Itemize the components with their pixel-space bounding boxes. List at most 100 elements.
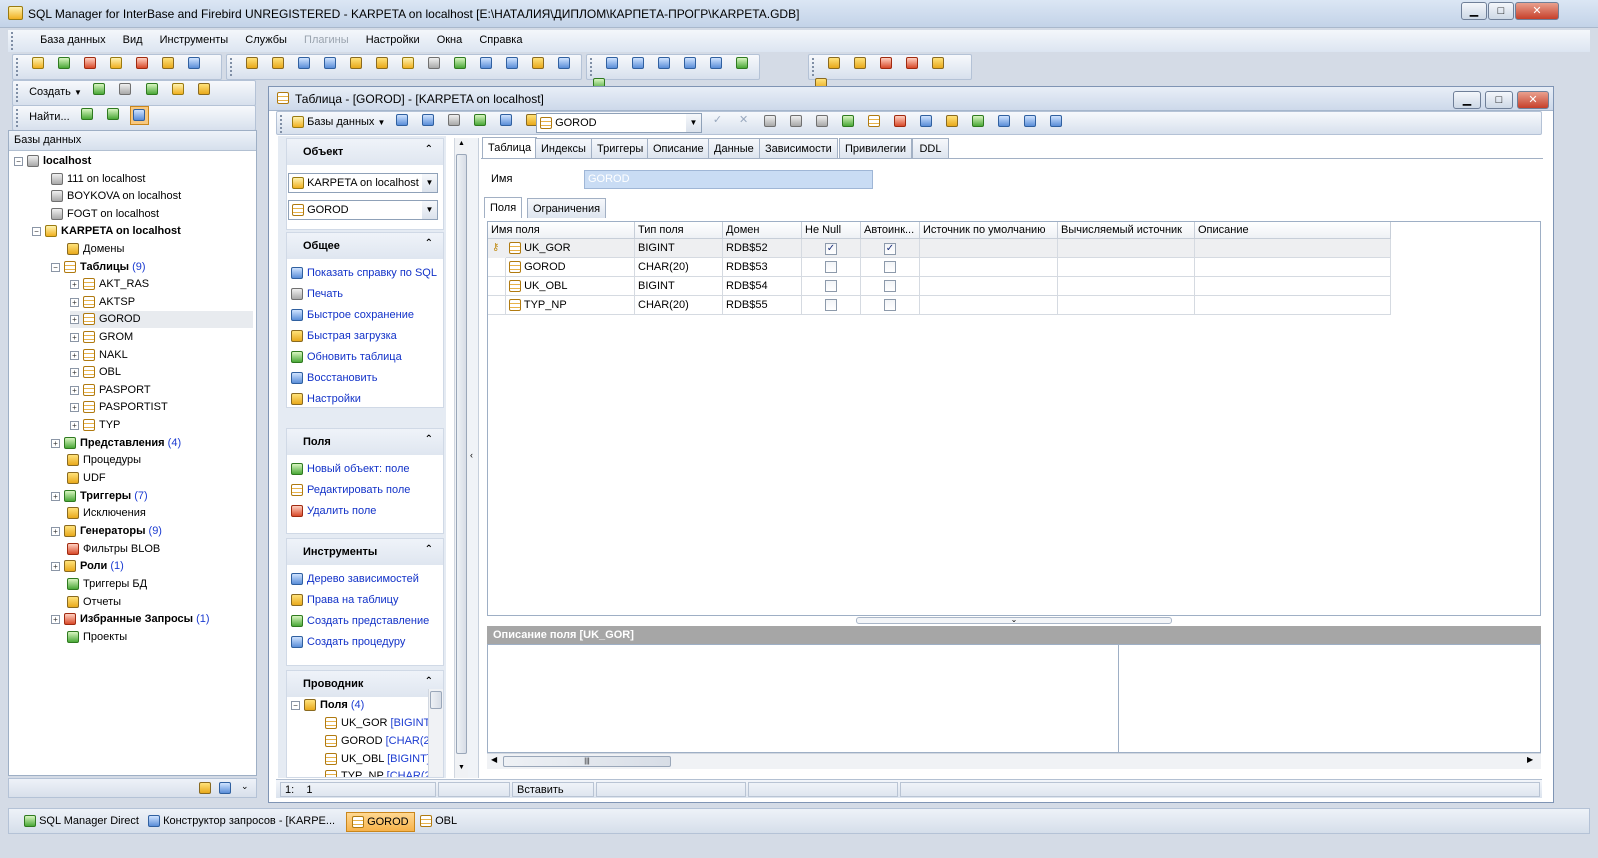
- tree-triggers[interactable]: + Триггеры (7): [51, 488, 148, 505]
- nav-tools-header[interactable]: Инструменты ⌃: [287, 539, 443, 565]
- nav-scrollbar[interactable]: ▲ ▼: [454, 138, 468, 778]
- tree-table-nakl[interactable]: + NAKL: [70, 347, 128, 364]
- col-domain[interactable]: Домен: [723, 222, 802, 239]
- tree-udf[interactable]: UDF: [67, 470, 106, 487]
- register-db-button[interactable]: [28, 55, 47, 74]
- tree-roles[interactable]: + Роли (1): [51, 558, 124, 575]
- tree-generators[interactable]: + Генераторы (9): [51, 523, 162, 540]
- print-button[interactable]: [425, 55, 444, 74]
- tree-reports[interactable]: Отчеты: [67, 594, 121, 611]
- col-default-source[interactable]: Источник по умолчанию: [920, 222, 1058, 239]
- maximize-button[interactable]: □: [1488, 2, 1514, 20]
- nav-delete-field[interactable]: Удалить поле: [287, 501, 443, 522]
- explorer-field[interactable]: TYP_NP [CHAR(2: [325, 768, 431, 777]
- cascade-button[interactable]: [602, 55, 621, 74]
- nav-dependency-tree[interactable]: Дерево зависимостей: [287, 569, 443, 590]
- tab-ddl[interactable]: DDL: [912, 138, 949, 158]
- col-autoinc[interactable]: Автоинк...: [861, 222, 920, 239]
- move-down-button[interactable]: [786, 113, 805, 132]
- extract-button[interactable]: [477, 55, 496, 74]
- tile-h-button[interactable]: [628, 55, 647, 74]
- users-button[interactable]: [529, 55, 548, 74]
- tree-exceptions[interactable]: Исключения: [67, 505, 146, 522]
- task-sql-manager-direct[interactable]: SQL Manager Direct: [19, 812, 144, 832]
- menu-windows[interactable]: Окна: [430, 30, 470, 46]
- explorer-scrollbar[interactable]: [428, 689, 443, 777]
- plugin-button[interactable]: [158, 55, 177, 74]
- security-button[interactable]: [928, 55, 947, 74]
- close-all-button[interactable]: [706, 55, 725, 74]
- col-field-type[interactable]: Тип поля: [635, 222, 723, 239]
- name-field[interactable]: GOROD: [584, 170, 873, 189]
- create-button[interactable]: Создать ▼: [26, 81, 85, 103]
- commit-button[interactable]: ✓: [708, 113, 727, 132]
- nav-print[interactable]: Печать: [287, 284, 443, 305]
- menu-tools[interactable]: Инструменты: [153, 30, 236, 46]
- tree-table-pasportist[interactable]: + PASPORTIST: [70, 399, 168, 416]
- col-computed-source[interactable]: Вычисляемый источник: [1058, 222, 1195, 239]
- nav-create-view[interactable]: Создать представление: [287, 611, 443, 632]
- menu-services[interactable]: Службы: [238, 30, 294, 46]
- sql-monitor-button[interactable]: [320, 55, 339, 74]
- disconnect-db-button[interactable]: [80, 55, 99, 74]
- doc-close-button[interactable]: ✕: [1517, 91, 1549, 109]
- tree-procedures[interactable]: Процедуры: [67, 452, 141, 469]
- tab-indexes[interactable]: Индексы: [535, 138, 592, 158]
- backup-button[interactable]: [824, 55, 843, 74]
- nav-edit-field[interactable]: Редактировать поле: [287, 480, 443, 501]
- unregister-db-button[interactable]: [132, 55, 151, 74]
- delete-field-button[interactable]: [890, 113, 909, 132]
- services-button[interactable]: [555, 55, 574, 74]
- table-select-combo[interactable]: GOROD ▼: [536, 113, 702, 133]
- tree-table-obl[interactable]: + OBL: [70, 364, 121, 381]
- restore-button[interactable]: [850, 55, 869, 74]
- find-button[interactable]: Найти...: [26, 106, 73, 128]
- refresh-tree-button[interactable]: [90, 81, 109, 100]
- rights-button[interactable]: [943, 113, 962, 132]
- menu-view[interactable]: Вид: [116, 30, 150, 46]
- subtab-constraints[interactable]: Ограничения: [527, 198, 607, 218]
- tree-db-111[interactable]: 111 on localhost: [51, 171, 145, 188]
- tree-views[interactable]: + Представления (4): [51, 435, 181, 452]
- tree-localhost[interactable]: − localhost: [14, 153, 91, 170]
- tree-db-karpeta[interactable]: − KARPETA on localhost: [32, 223, 181, 240]
- tree-favorites[interactable]: + Избранные Запросы (1): [51, 611, 210, 628]
- edit-field-button[interactable]: [864, 113, 883, 132]
- grant-button[interactable]: [451, 55, 470, 74]
- nav-object-header[interactable]: Объект ⌃: [287, 139, 443, 165]
- nav-quick-load[interactable]: Быстрая загрузка: [287, 326, 443, 347]
- close-button[interactable]: ✕: [1515, 2, 1559, 20]
- explorer-field[interactable]: UK_OBL [BIGINT]: [325, 751, 430, 768]
- menu-database[interactable]: База данных: [33, 30, 113, 46]
- tree-db-triggers[interactable]: Триггеры БД: [67, 576, 147, 593]
- cell-not-null[interactable]: ✓: [802, 239, 861, 258]
- connect-db-button[interactable]: [54, 55, 73, 74]
- disconnect-tree-button[interactable]: [142, 81, 161, 100]
- menu-settings[interactable]: Настройки: [359, 30, 427, 46]
- nav-table-rights[interactable]: Права на таблицу: [287, 590, 443, 611]
- tree-table-akt-ras[interactable]: + AKT_RAS: [70, 276, 149, 293]
- tile-v-button[interactable]: [654, 55, 673, 74]
- scroll-up-icon[interactable]: ▲: [458, 140, 465, 147]
- footer-window-icon[interactable]: [219, 782, 231, 794]
- validate-button[interactable]: [876, 55, 895, 74]
- toolbar-print-button[interactable]: [445, 112, 464, 131]
- grid-splitter[interactable]: ⌄: [856, 616, 1172, 624]
- splitter[interactable]: ‹: [468, 138, 479, 778]
- scroll-down-icon[interactable]: ▼: [458, 764, 465, 771]
- tree-blob-filters[interactable]: Фильтры BLOB: [67, 541, 160, 558]
- tree-table-gorod[interactable]: + GOROD: [70, 311, 253, 328]
- task-obl[interactable]: OBL: [415, 812, 462, 832]
- menu-help[interactable]: Справка: [472, 30, 529, 46]
- tree-db-fogt[interactable]: FOGT on localhost: [51, 206, 159, 223]
- task-gorod[interactable]: GOROD: [346, 812, 415, 832]
- cell-autoinc[interactable]: [861, 296, 920, 315]
- tree-options-button[interactable]: [129, 106, 149, 125]
- report-button[interactable]: [1047, 113, 1066, 132]
- tab-dependencies[interactable]: Зависимости: [759, 138, 838, 158]
- col-not-null[interactable]: Не Null: [802, 222, 861, 239]
- nav-restore[interactable]: Восстановить: [287, 368, 443, 389]
- db-tree-button[interactable]: [168, 81, 187, 100]
- doc-maximize-button[interactable]: □: [1485, 91, 1513, 109]
- footer-chevron-icon[interactable]: ⌄: [241, 781, 249, 792]
